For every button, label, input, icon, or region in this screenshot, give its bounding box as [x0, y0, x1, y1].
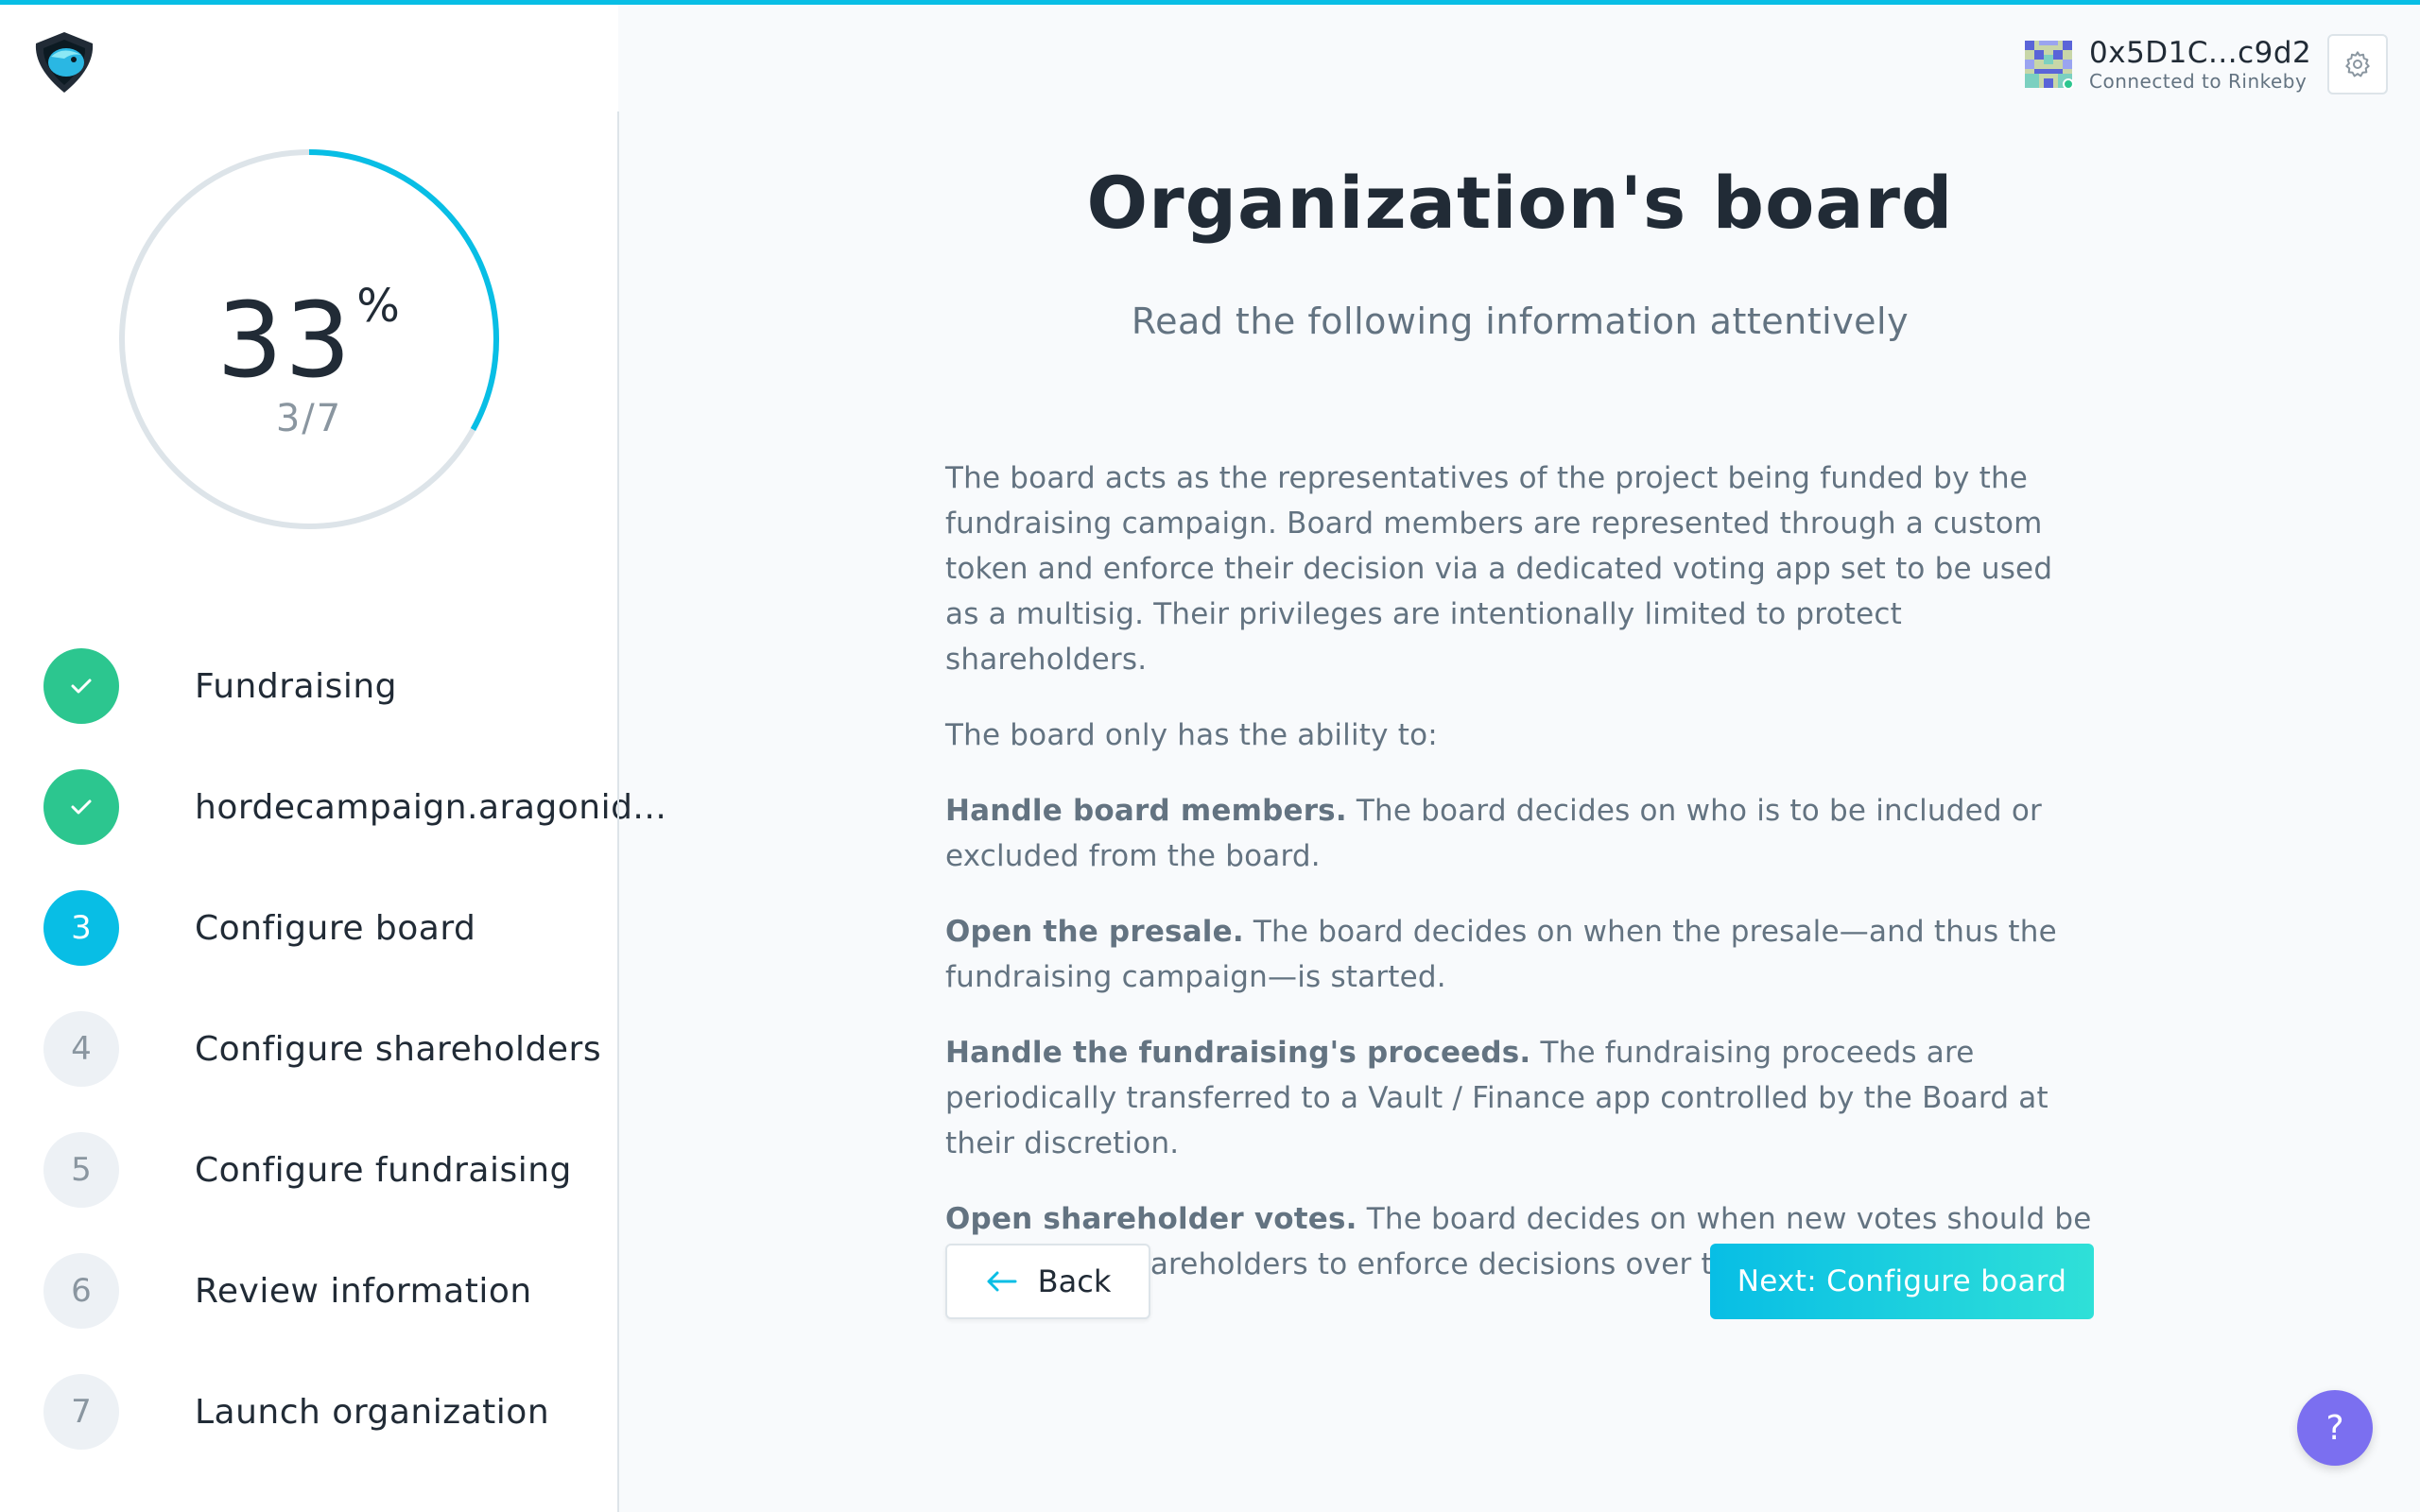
- ability-intro: The board only has the ability to:: [945, 718, 1438, 752]
- arrow-left-icon: [987, 1271, 1017, 1292]
- aragon-logo-icon[interactable]: [30, 30, 98, 94]
- step-number: 3: [43, 890, 119, 966]
- help-button[interactable]: ?: [2297, 1390, 2373, 1466]
- progress-steps: 3/7: [275, 397, 343, 440]
- network-status: Connected to Rinkeby: [2089, 70, 2308, 93]
- connected-status-dot-icon: [2063, 78, 2074, 90]
- step-launch-organization[interactable]: 7 Launch organization: [43, 1374, 611, 1450]
- step-label: Configure fundraising: [195, 1150, 572, 1190]
- top-accent-bar: [0, 0, 2420, 5]
- ability-item: Open the presale. The board decides on w…: [945, 909, 2094, 1000]
- step-label: Configure shareholders: [195, 1029, 602, 1069]
- step-label: Review information: [195, 1271, 532, 1311]
- next-button[interactable]: Next: Configure board: [1710, 1244, 2094, 1319]
- step-fundraising[interactable]: Fundraising: [43, 648, 611, 724]
- ability-title: Open shareholder votes.: [945, 1202, 1357, 1236]
- step-check-icon: [43, 648, 119, 724]
- ability-title: Open the presale.: [945, 915, 1244, 949]
- step-configure-shareholders[interactable]: 4 Configure shareholders: [43, 1011, 611, 1087]
- account-badge[interactable]: 0x5D1C...c9d2 Connected to Rinkeby: [2025, 36, 2311, 93]
- board-info: The board acts as the representatives of…: [945, 455, 2094, 1317]
- step-check-icon: [43, 769, 119, 845]
- step-number: 5: [43, 1132, 119, 1208]
- back-button[interactable]: Back: [945, 1244, 1150, 1319]
- ability-item: Handle the fundraising's proceeds. The f…: [945, 1030, 2094, 1166]
- ability-title: Handle the fundraising's proceeds.: [945, 1036, 1531, 1070]
- identicon-avatar: [2025, 41, 2074, 90]
- step-configure-fundraising[interactable]: 5 Configure fundraising: [43, 1132, 611, 1208]
- sidebar: 33% 3/7 Fundraising hordecampaign.aragon…: [0, 0, 666, 1512]
- settings-button[interactable]: [2327, 34, 2388, 94]
- step-number: 7: [43, 1374, 119, 1450]
- page-subtitle: Read the following information attentive…: [1131, 301, 1910, 342]
- ability-title: Handle board members.: [945, 794, 1347, 828]
- step-label: Launch organization: [195, 1392, 550, 1432]
- sidebar-divider: [617, 112, 619, 1512]
- step-label: hordecampaign.aragonid...: [195, 787, 667, 827]
- ability-item: Handle board members. The board decides …: [945, 788, 2094, 879]
- back-button-label: Back: [1037, 1263, 1112, 1299]
- step-label: Fundraising: [195, 666, 398, 706]
- step-label: Configure board: [195, 908, 476, 948]
- progress-percent-value: 33: [216, 280, 354, 401]
- progress-percent-sign: %: [356, 280, 402, 333]
- step-review-information[interactable]: 6 Review information: [43, 1253, 611, 1329]
- account-address: 0x5D1C...c9d2: [2089, 36, 2312, 70]
- step-number: 4: [43, 1011, 119, 1087]
- intro-paragraph: The board acts as the representatives of…: [945, 461, 2053, 677]
- step-domain[interactable]: hordecampaign.aragonid...: [43, 769, 666, 845]
- step-number: 6: [43, 1253, 119, 1329]
- gear-icon: [2345, 51, 2370, 77]
- step-configure-board[interactable]: 3 Configure board: [43, 890, 611, 966]
- page-title: Organization's board: [1086, 161, 1954, 245]
